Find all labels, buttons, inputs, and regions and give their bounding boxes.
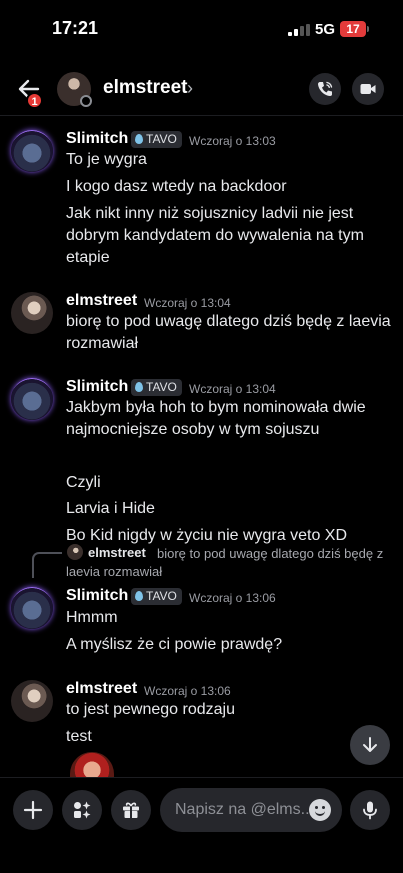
- author-name[interactable]: elmstreet: [66, 292, 137, 310]
- message-timestamp: Wczoraj o 13:06: [144, 684, 231, 698]
- battery-icon: 17: [340, 21, 366, 37]
- video-camera-icon: [360, 84, 376, 94]
- message-text: Jak nikt inny niż sojusznicy ladvii nie …: [66, 205, 364, 266]
- clan-tag: TAVO: [131, 131, 182, 148]
- unread-badge: 1: [26, 92, 43, 109]
- clan-tag: TAVO: [131, 588, 182, 605]
- author-name[interactable]: elmstreet: [66, 680, 137, 698]
- message-text: Larvia i Hide: [66, 500, 155, 517]
- message-composer: Napisz na @elms..: [0, 777, 403, 873]
- message-text: Hmmm: [66, 609, 118, 626]
- message-text: Jakbym była hoh to bym nominowała dwie n…: [66, 399, 366, 438]
- status-time: 17:21: [52, 18, 99, 38]
- microphone-icon: [363, 801, 377, 820]
- author-name[interactable]: Slimitch: [66, 130, 128, 148]
- avatar[interactable]: [11, 680, 53, 722]
- message-input[interactable]: Napisz na @elms..: [160, 788, 342, 832]
- attach-button[interactable]: [13, 790, 53, 830]
- avatar[interactable]: [11, 378, 53, 420]
- message-timestamp: Wczoraj o 13:04: [144, 296, 231, 310]
- voice-call-button[interactable]: [309, 73, 341, 105]
- message-text: To je wygra: [66, 151, 147, 168]
- status-indicator: [80, 95, 92, 107]
- avatar[interactable]: [11, 130, 53, 172]
- message-timestamp: Wczoraj o 13:03: [189, 134, 276, 148]
- author-name[interactable]: Slimitch: [66, 587, 128, 605]
- phone-icon: [318, 81, 333, 96]
- water-drop-icon: [135, 382, 143, 392]
- emoji-icon[interactable]: [309, 799, 331, 821]
- reply-reference[interactable]: elmstreet biorę to pod uwagę dlatego dzi…: [0, 542, 403, 582]
- reply-text: biorę to pod uwagę dlatego dziś będę z l…: [66, 546, 384, 579]
- apps-button[interactable]: [62, 790, 102, 830]
- message-text: test: [66, 728, 92, 745]
- clan-tag-label: TAVO: [146, 380, 177, 394]
- gift-button[interactable]: [111, 790, 151, 830]
- message-timestamp: Wczoraj o 13:04: [189, 382, 276, 396]
- water-drop-icon: [135, 134, 143, 144]
- clan-tag-label: TAVO: [146, 132, 177, 146]
- message-text: to jest pewnego rodzaju: [66, 701, 235, 718]
- water-drop-icon: [135, 591, 143, 601]
- chat-title[interactable]: elmstreet: [103, 77, 188, 99]
- status-bar: 17:21 5G 17: [0, 0, 403, 60]
- message-text: A myślisz że ci powie prawdę?: [66, 636, 283, 653]
- voice-message-button[interactable]: [350, 790, 390, 830]
- message-placeholder: Napisz na @elms..: [175, 801, 310, 818]
- clan-tag: TAVO: [131, 379, 182, 396]
- reply-connector: [32, 552, 62, 578]
- chat-header: 1 elmstreet ›: [0, 62, 403, 116]
- clan-tag-label: TAVO: [146, 589, 177, 603]
- cellular-signal-icon: [288, 24, 310, 36]
- video-call-button[interactable]: [352, 73, 384, 105]
- avatar[interactable]: [11, 292, 53, 334]
- plus-icon: [23, 800, 43, 820]
- message-timestamp: Wczoraj o 13:06: [189, 591, 276, 605]
- message-text: biorę to pod uwagę dlatego dziś będę z l…: [66, 313, 391, 352]
- image-attachment[interactable]: [70, 752, 114, 778]
- message-text: Czyli: [66, 474, 101, 491]
- avatar[interactable]: [11, 587, 53, 629]
- battery-tip: [367, 26, 369, 32]
- author-name[interactable]: Slimitch: [66, 378, 128, 396]
- chevron-right-icon[interactable]: ›: [187, 78, 193, 99]
- message-text: I kogo dasz wtedy na backdoor: [66, 178, 287, 195]
- apps-icon: [74, 801, 91, 819]
- network-type: 5G: [315, 21, 336, 38]
- arrow-down-icon: [363, 737, 377, 752]
- gift-icon: [123, 802, 139, 818]
- jump-to-latest-button[interactable]: [350, 725, 390, 765]
